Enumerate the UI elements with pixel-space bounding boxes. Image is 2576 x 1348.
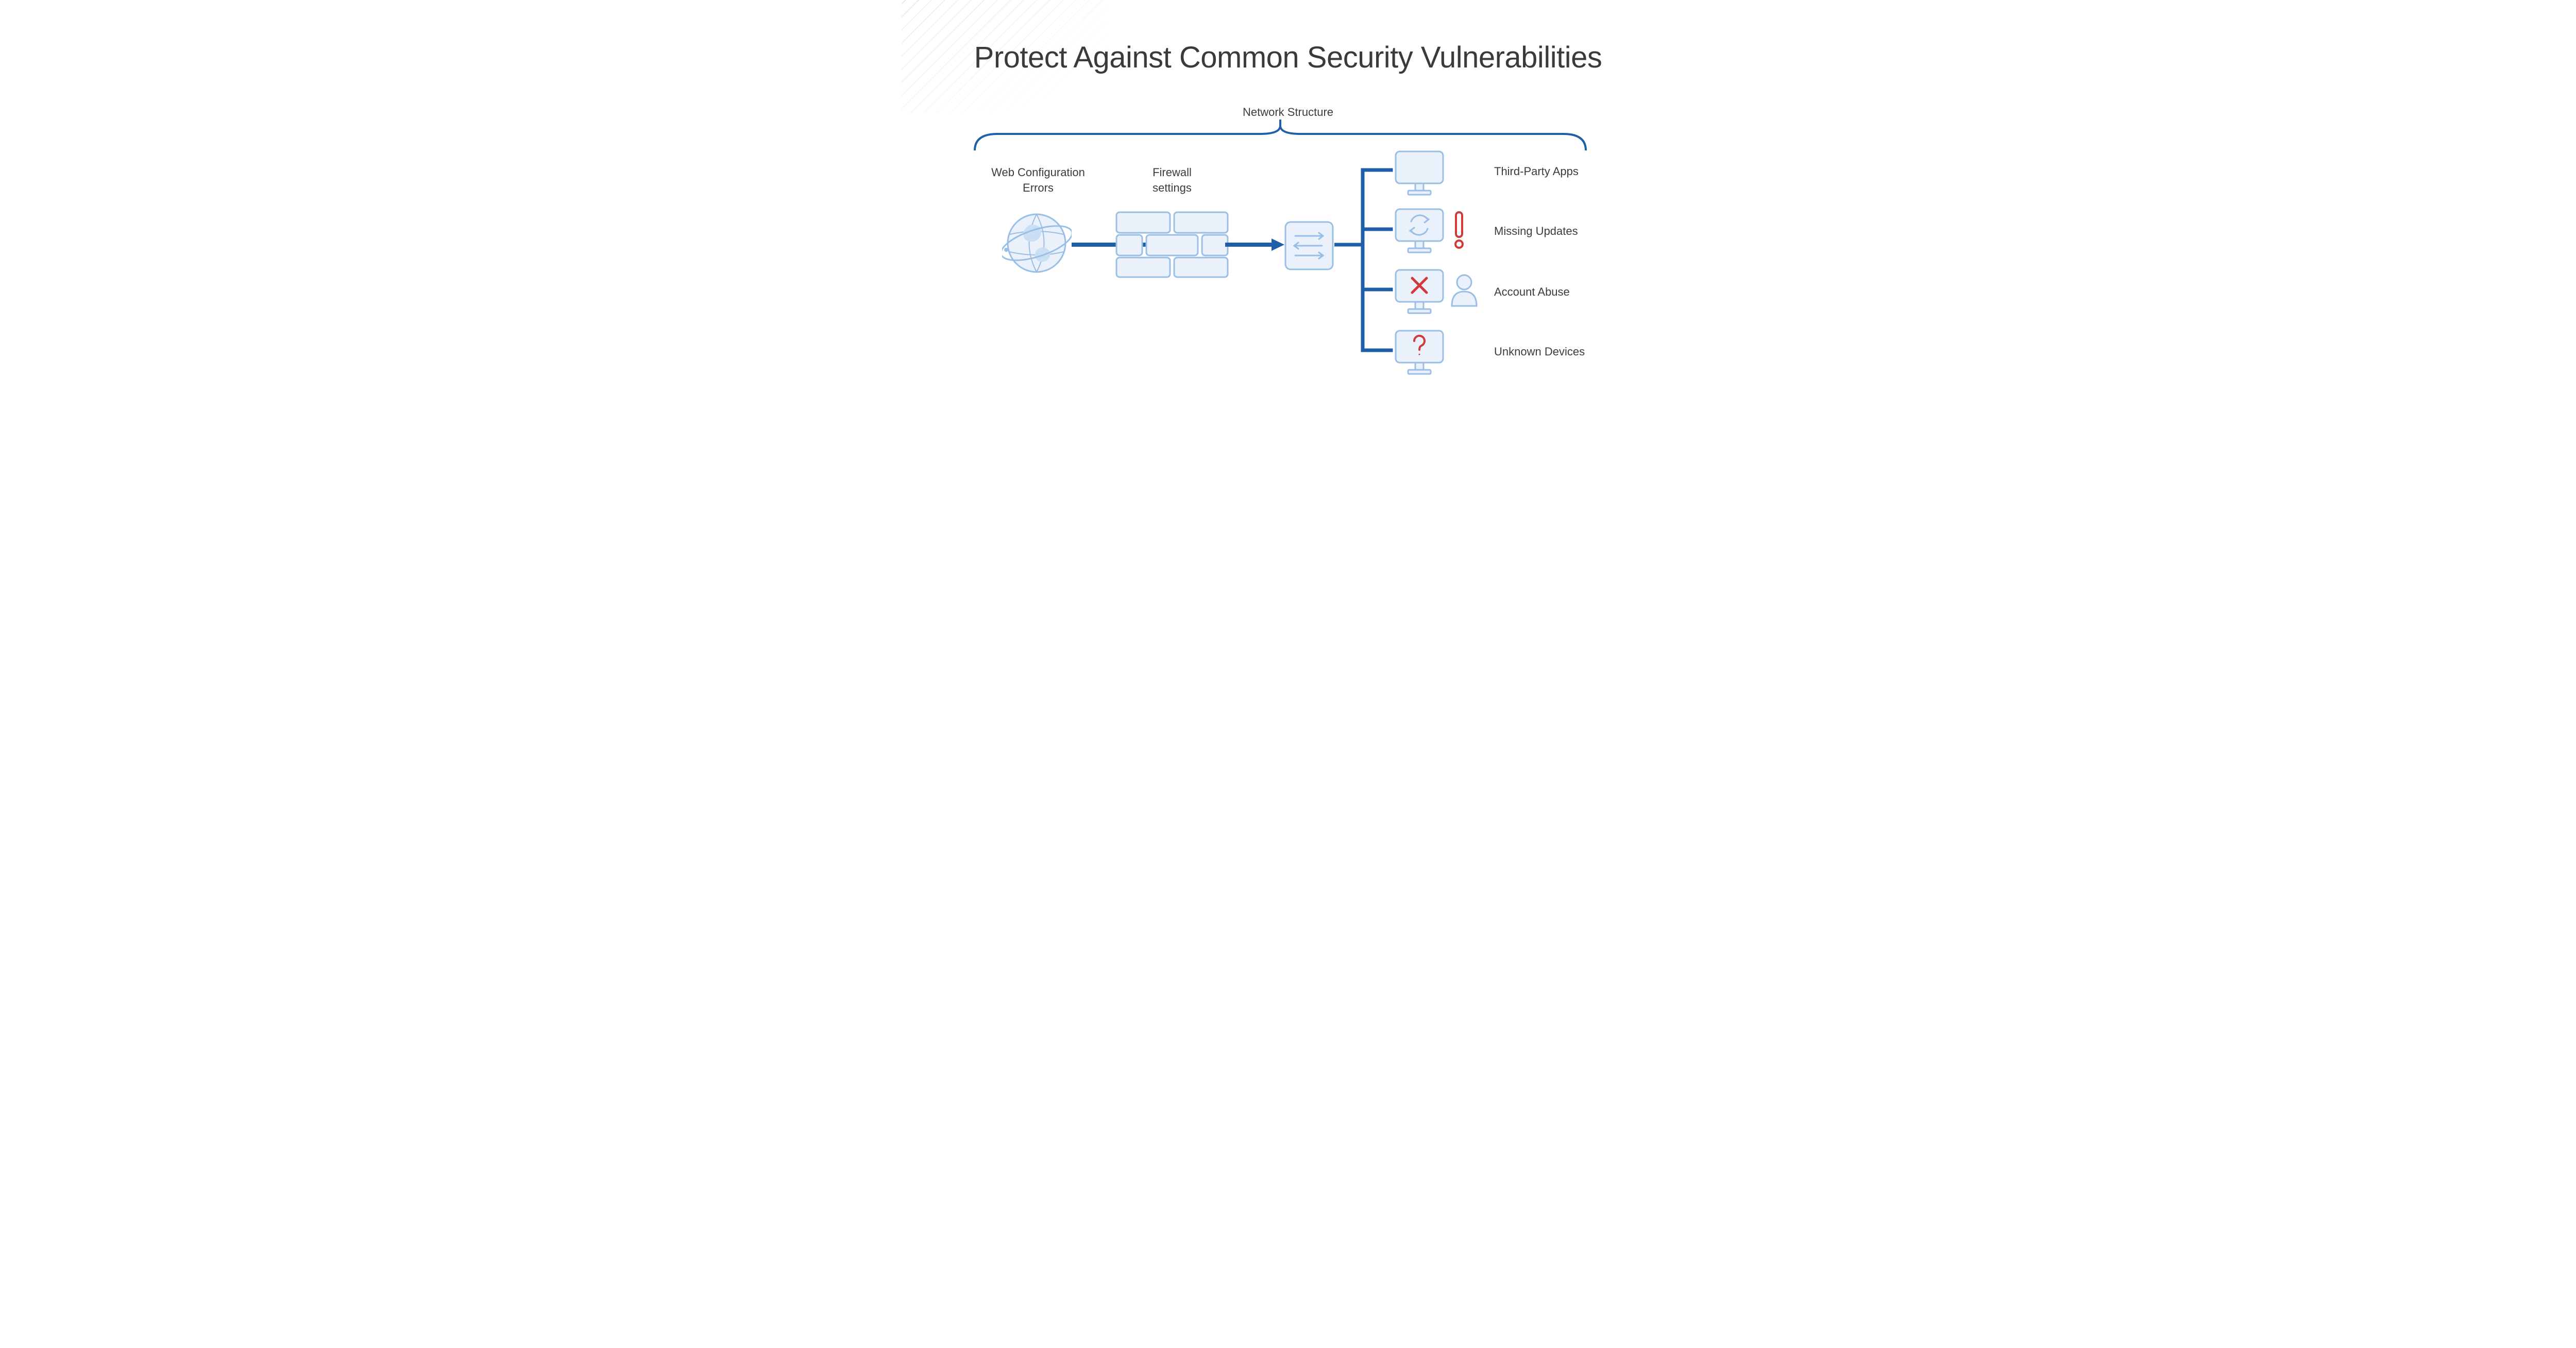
brace-icon [974,120,1587,150]
node-label-firewall: Firewall settings [1126,165,1218,195]
monitor-x-icon [1394,268,1445,318]
arrow-firewall-to-switch-icon [1225,238,1284,253]
globe-icon [1002,209,1072,281]
endpoint-label-3: Unknown Devices [1494,345,1585,359]
firewall-icon [1115,211,1229,281]
diagram-canvas: Protect Against Common Security Vulnerab… [902,0,1674,404]
endpoint-label-1: Missing Updates [1494,225,1578,238]
node-label-web: Web Configuration Errors [981,165,1095,195]
endpoint-label-2: Account Abuse [1494,285,1570,299]
endpoint-label-0: Third-Party Apps [1494,165,1579,178]
alert-icon [1452,211,1466,252]
diagram-area: Web Configuration Errors Firewall settin… [902,160,1674,386]
section-label: Network Structure [902,106,1674,119]
monitor-blank-icon [1394,149,1445,199]
user-icon [1449,272,1480,311]
switch-icon [1284,220,1334,274]
monitor-question-icon [1394,329,1445,379]
monitor-refresh-icon [1394,207,1445,257]
page-title: Protect Against Common Security Vulnerab… [902,40,1674,75]
